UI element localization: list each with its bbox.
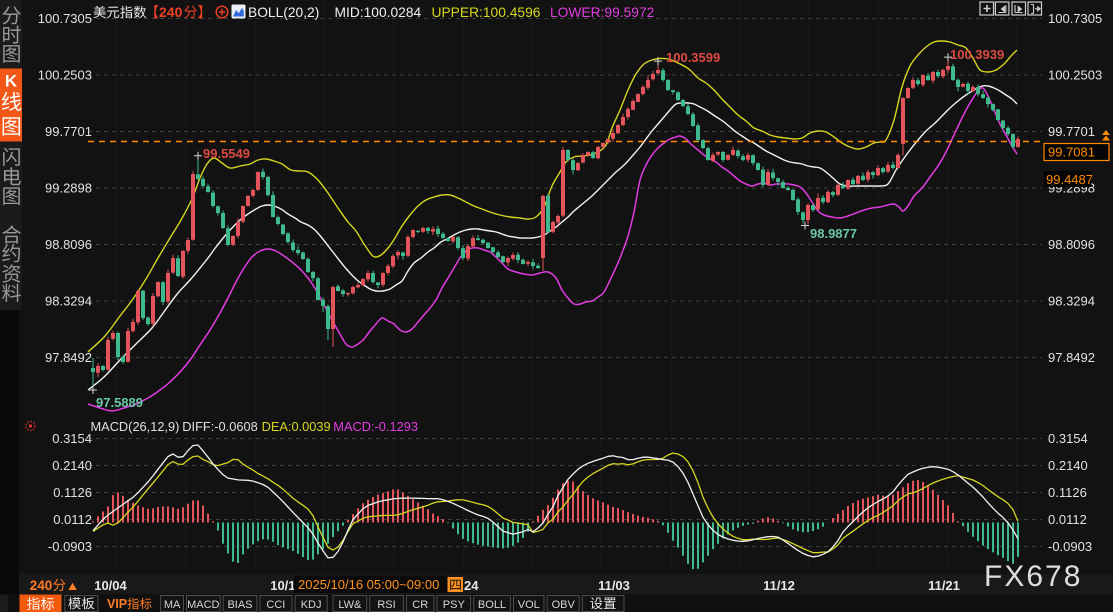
- svg-text:97.8492: 97.8492: [45, 350, 92, 365]
- svg-text:PSY: PSY: [443, 599, 466, 611]
- svg-text:240: 240: [159, 4, 183, 20]
- svg-text:100.2503: 100.2503: [38, 68, 92, 83]
- svg-text:0.0112: 0.0112: [53, 512, 92, 527]
- svg-text:OBV: OBV: [552, 599, 576, 611]
- svg-text:KDJ: KDJ: [301, 599, 322, 611]
- svg-text:99.7081: 99.7081: [1048, 145, 1095, 160]
- svg-text:BIAS: BIAS: [227, 599, 252, 611]
- svg-text:RSI: RSI: [377, 599, 395, 611]
- svg-text:0.1126: 0.1126: [53, 485, 92, 500]
- svg-text:FX678: FX678: [984, 560, 1082, 593]
- svg-text:DIFF:-0.0608: DIFF:-0.0608: [182, 419, 257, 434]
- svg-text:0.1126: 0.1126: [1048, 485, 1087, 500]
- svg-text:100.3599: 100.3599: [666, 50, 720, 65]
- svg-text:11/21: 11/21: [928, 578, 960, 593]
- svg-text:0.3154: 0.3154: [52, 431, 92, 446]
- svg-text:98.3294: 98.3294: [45, 294, 92, 309]
- svg-text:VOL: VOL: [518, 599, 540, 611]
- svg-text:K: K: [5, 71, 18, 90]
- svg-text:MID:100.0284: MID:100.0284: [335, 5, 422, 20]
- svg-text:98.8096: 98.8096: [45, 237, 92, 252]
- svg-text:100.2503: 100.2503: [1048, 68, 1102, 83]
- svg-text:98.8096: 98.8096: [1048, 237, 1095, 252]
- svg-text:24: 24: [464, 578, 479, 593]
- svg-text:99.2898: 99.2898: [45, 181, 92, 196]
- svg-text:MACD: MACD: [187, 599, 219, 611]
- svg-text:BOLL(20,2): BOLL(20,2): [248, 5, 319, 20]
- svg-text:98.9877: 98.9877: [810, 226, 857, 241]
- svg-text:2025/10/16 05:00~09:00: 2025/10/16 05:00~09:00: [298, 577, 439, 592]
- svg-text:99.4487: 99.4487: [1046, 172, 1093, 187]
- svg-text:11/12: 11/12: [763, 578, 795, 593]
- svg-text:0.3154: 0.3154: [1048, 431, 1088, 446]
- svg-text:97.5889: 97.5889: [96, 395, 143, 410]
- svg-text:11/03: 11/03: [598, 578, 630, 593]
- svg-text:10/04: 10/04: [94, 578, 127, 593]
- svg-text:MA: MA: [164, 599, 181, 611]
- svg-text:-0.0903: -0.0903: [1048, 539, 1092, 554]
- svg-text:0.2140: 0.2140: [1048, 458, 1088, 473]
- svg-text:DEA:0.0039: DEA:0.0039: [262, 419, 331, 434]
- svg-text:MACD:-0.1293: MACD:-0.1293: [333, 419, 418, 434]
- svg-text:240: 240: [30, 578, 53, 593]
- svg-text:98.3294: 98.3294: [1048, 294, 1095, 309]
- svg-text:0.0112: 0.0112: [1048, 512, 1087, 527]
- svg-text:100.7305: 100.7305: [1048, 11, 1102, 26]
- svg-text:99.5549: 99.5549: [203, 146, 250, 161]
- svg-text:MACD(26,12,9): MACD(26,12,9): [91, 419, 180, 434]
- svg-text:BOLL: BOLL: [478, 599, 506, 611]
- svg-text:CCI: CCI: [266, 599, 285, 611]
- svg-text:CR: CR: [412, 599, 428, 611]
- svg-text:100.3939: 100.3939: [950, 47, 1004, 62]
- svg-text:97.8492: 97.8492: [1048, 350, 1095, 365]
- svg-text:LW&: LW&: [338, 599, 362, 611]
- svg-text:99.7701: 99.7701: [1048, 124, 1095, 139]
- svg-text:0.2140: 0.2140: [52, 458, 92, 473]
- svg-text:-0.0903: -0.0903: [48, 539, 92, 554]
- svg-text:VIP: VIP: [107, 597, 127, 611]
- svg-text:100.7305: 100.7305: [38, 11, 92, 26]
- svg-text:UPPER:100.4596: UPPER:100.4596: [432, 5, 541, 20]
- svg-text:99.7701: 99.7701: [45, 124, 92, 139]
- svg-text:LOWER:99.5972: LOWER:99.5972: [550, 5, 654, 20]
